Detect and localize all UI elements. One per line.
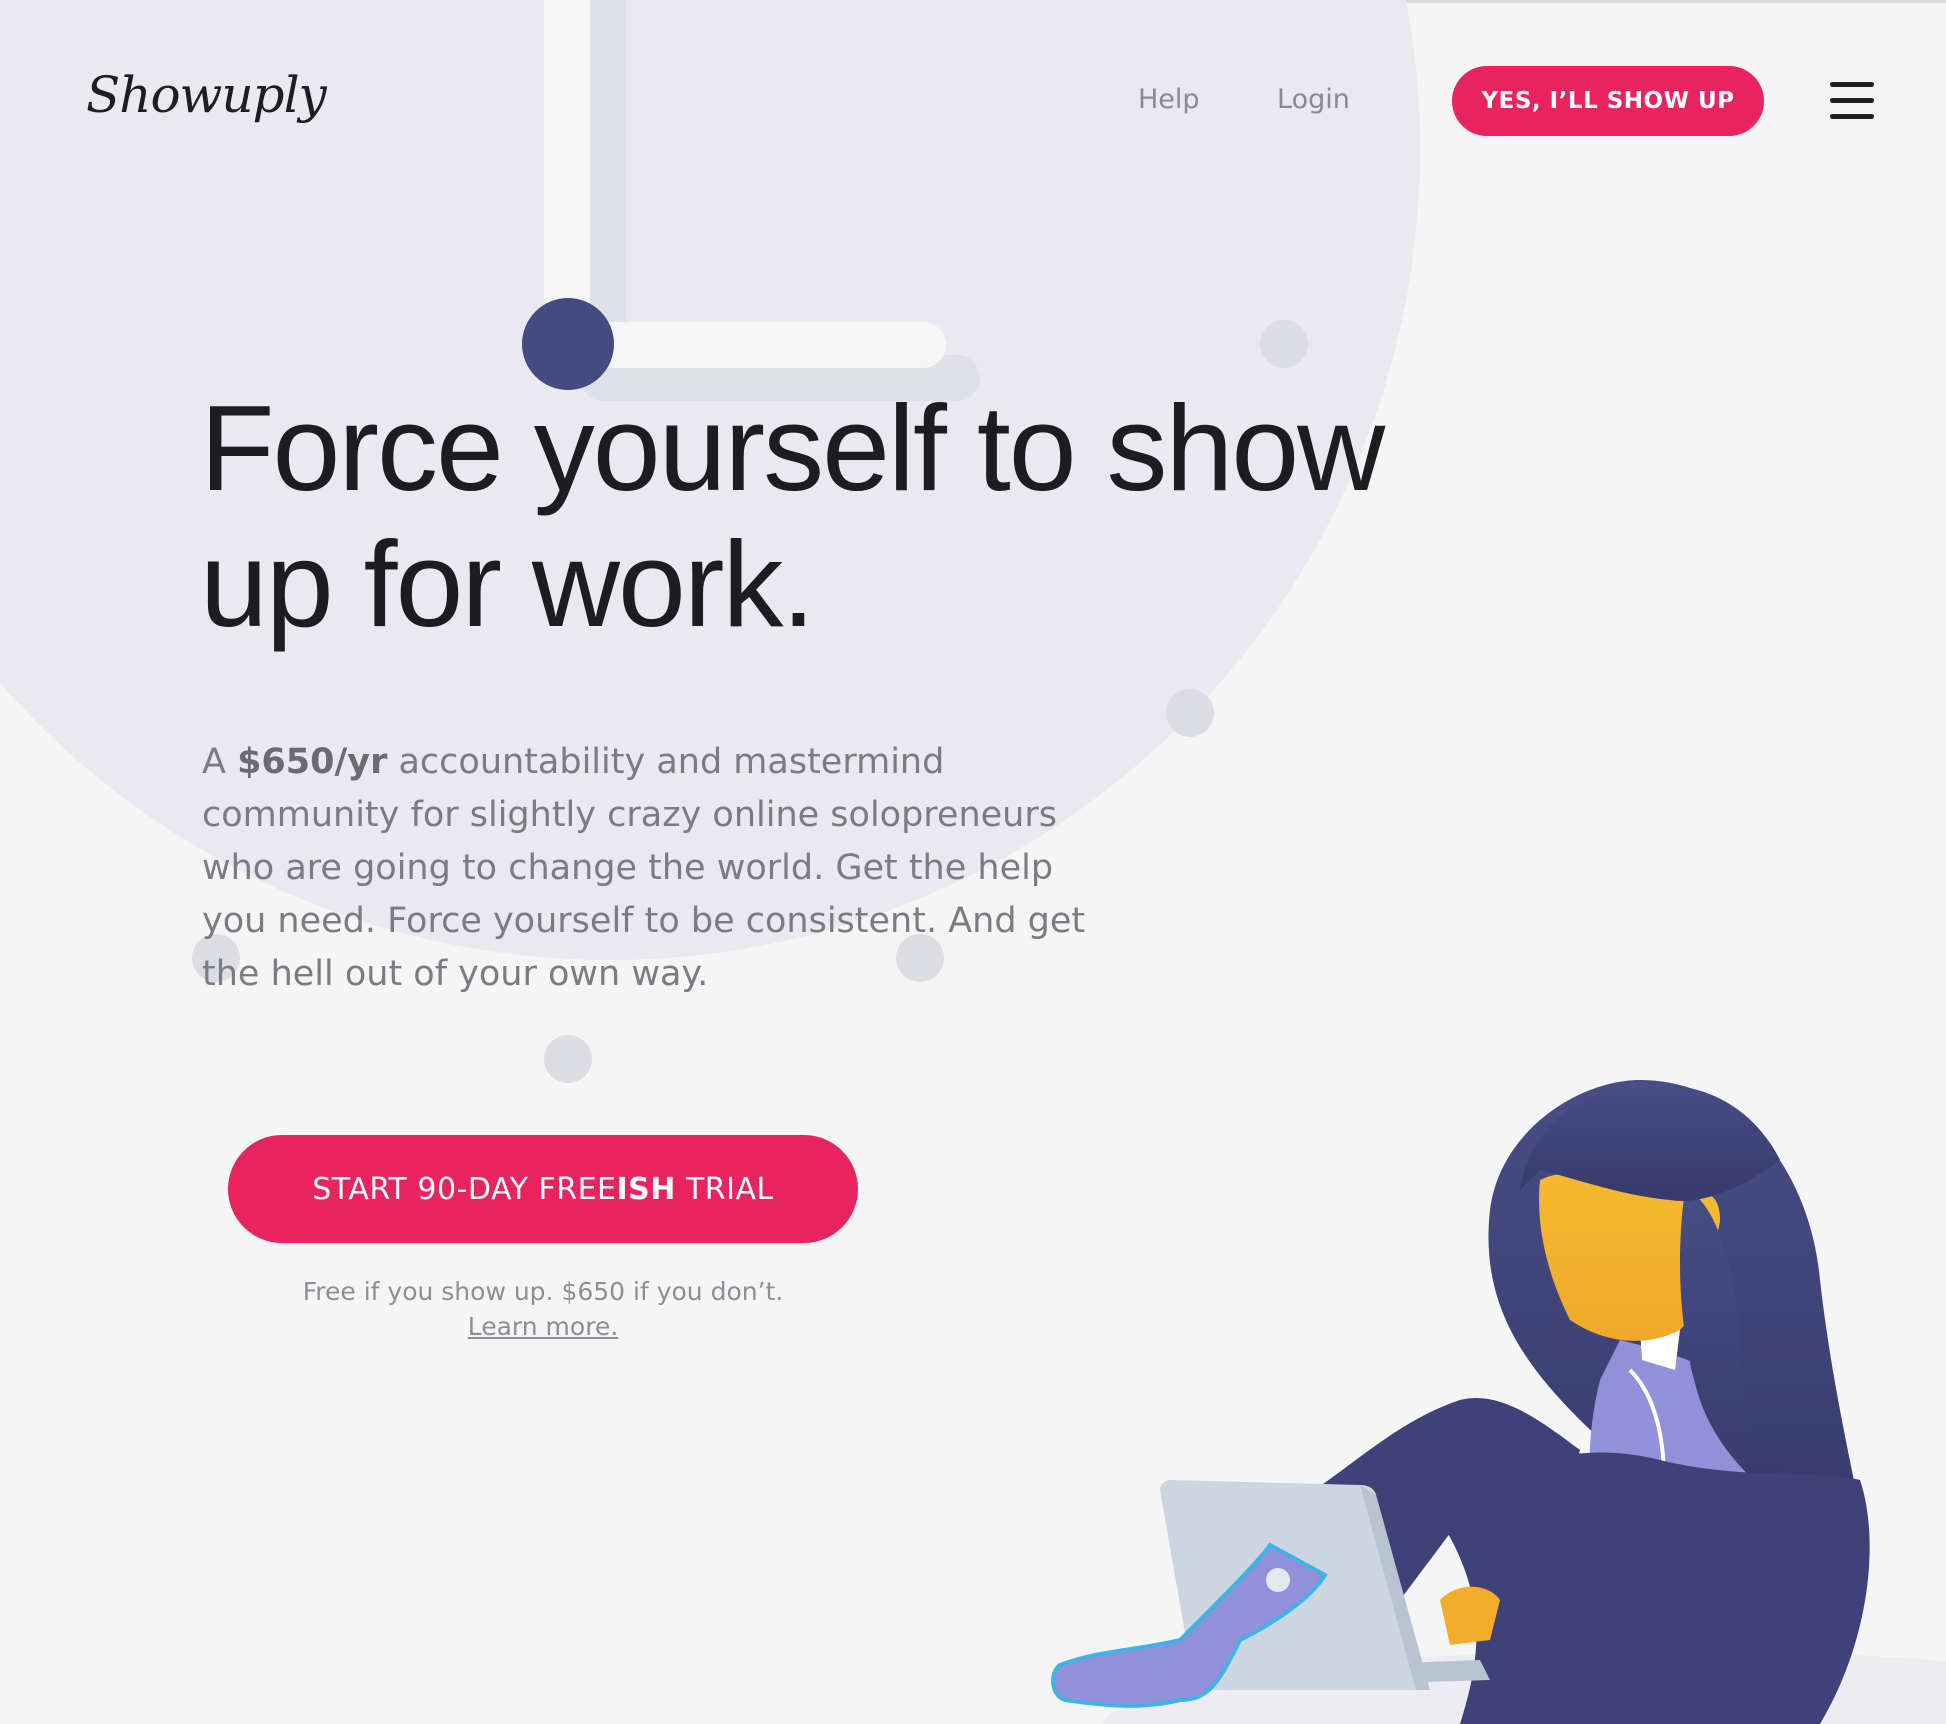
hero-description: A $650/yr accountability and mastermind … (202, 736, 1102, 1001)
clock-tick (544, 1035, 592, 1083)
logo[interactable]: Showuply (86, 66, 327, 124)
nav-link-help[interactable]: Help (1138, 84, 1200, 115)
headline-line-2: up for work. (200, 516, 815, 652)
learn-more-link[interactable]: Learn more. (468, 1312, 619, 1341)
page-title: Force yourself to show up for work. (200, 380, 1580, 652)
header-cta-button[interactable]: YES, I’LL SHOW UP (1452, 66, 1764, 136)
clock-hour-hand (560, 322, 946, 368)
cta-label-part3: TRIAL (675, 1171, 774, 1207)
cta-label-part1: START 90-DAY FREE (312, 1171, 617, 1207)
pricing-note: Free if you show up. $650 if you don’t. … (228, 1274, 858, 1344)
lead-prefix: A (202, 742, 238, 782)
cta-label-emphasis: ISH (616, 1171, 676, 1207)
landing-page: Showuply Help Login YES, I’LL SHOW UP Fo… (0, 0, 1946, 1724)
headline-line-1: Force yourself to show (200, 380, 1385, 516)
hamburger-menu-icon[interactable] (1830, 82, 1874, 120)
clock-pivot (522, 298, 614, 390)
woman-with-laptop-illustration (1051, 1080, 1946, 1724)
nav-link-login[interactable]: Login (1277, 84, 1350, 115)
lead-price: $650/yr (237, 742, 388, 782)
pricing-note-text: Free if you show up. $650 if you don’t. (302, 1277, 784, 1306)
clock-tick (1166, 689, 1214, 737)
start-trial-button[interactable]: START 90-DAY FREE ISH TRIAL (228, 1135, 858, 1243)
clock-tick (1260, 320, 1308, 368)
